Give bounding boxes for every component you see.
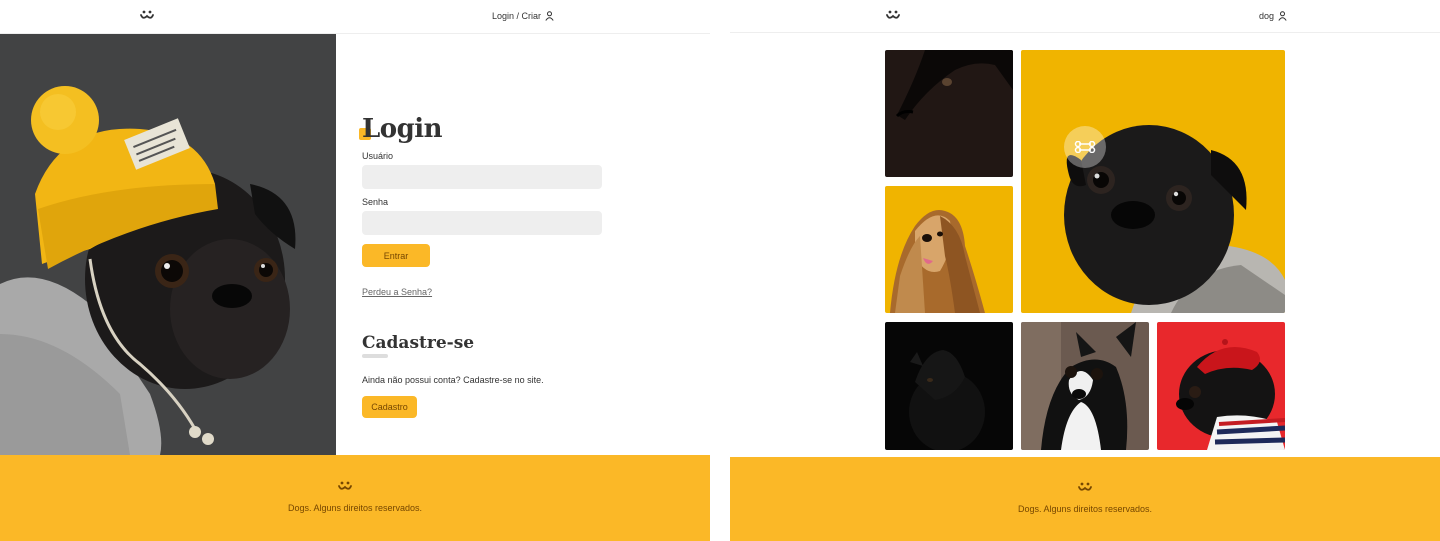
register-description: Ainda não possui conta? Cadastre-se no s… bbox=[362, 375, 544, 385]
footer-dog-logo-icon bbox=[338, 481, 352, 490]
user-icon bbox=[545, 11, 554, 21]
feed-photo[interactable] bbox=[1157, 322, 1285, 450]
user-icon bbox=[1278, 11, 1287, 21]
register-title: Cadastre-se bbox=[362, 333, 475, 353]
photo-feed bbox=[885, 50, 1285, 450]
login-submit-button[interactable]: Entrar bbox=[362, 244, 430, 267]
login-panel: Login Usuário Senha Entrar Perdeu a Senh… bbox=[336, 34, 710, 455]
views-badge bbox=[1064, 126, 1106, 168]
password-input[interactable] bbox=[362, 211, 602, 235]
footer: Dogs. Alguns direitos reservados. bbox=[730, 457, 1440, 541]
footer-copyright: Dogs. Alguns direitos reservados. bbox=[1017, 504, 1153, 514]
login-screen: Login / Criar Login Usuário Senha Entrar… bbox=[0, 0, 710, 541]
feed-photo-featured[interactable] bbox=[1021, 50, 1285, 313]
login-title: Login bbox=[362, 114, 443, 144]
username-input[interactable] bbox=[362, 165, 602, 189]
header: dog bbox=[730, 0, 1440, 33]
dog-logo-icon[interactable] bbox=[885, 9, 901, 22]
feed-screen: dog Dogs. Alguns direitos reservados. bbox=[730, 0, 1440, 541]
footer-copyright: Dogs. Alguns direitos reservados. bbox=[287, 503, 423, 513]
password-label: Senha bbox=[362, 197, 389, 207]
lost-password-link[interactable]: Perdeu a Senha? bbox=[362, 287, 432, 297]
footer: Dogs. Alguns direitos reservados. bbox=[0, 455, 710, 541]
feed-photo[interactable] bbox=[885, 322, 1013, 450]
pug-with-yellow-hat-photo bbox=[0, 34, 336, 455]
header: Login / Criar bbox=[0, 0, 710, 34]
login-create-link[interactable]: Login / Criar bbox=[492, 11, 554, 21]
dog-logo-icon[interactable] bbox=[139, 9, 155, 22]
username-label: Usuário bbox=[362, 151, 394, 161]
bone-icon bbox=[1074, 141, 1096, 153]
feed-photo[interactable] bbox=[885, 50, 1013, 177]
header-user-link-label: Login / Criar bbox=[492, 11, 542, 21]
register-button[interactable]: Cadastro bbox=[362, 396, 417, 418]
feed-photo[interactable] bbox=[885, 186, 1013, 313]
feed-photo[interactable] bbox=[1021, 322, 1149, 450]
user-account-link[interactable]: dog bbox=[1259, 11, 1287, 21]
header-user-link-label: dog bbox=[1259, 11, 1275, 21]
register-title-underline bbox=[362, 354, 388, 358]
footer-dog-logo-icon bbox=[1078, 482, 1092, 491]
